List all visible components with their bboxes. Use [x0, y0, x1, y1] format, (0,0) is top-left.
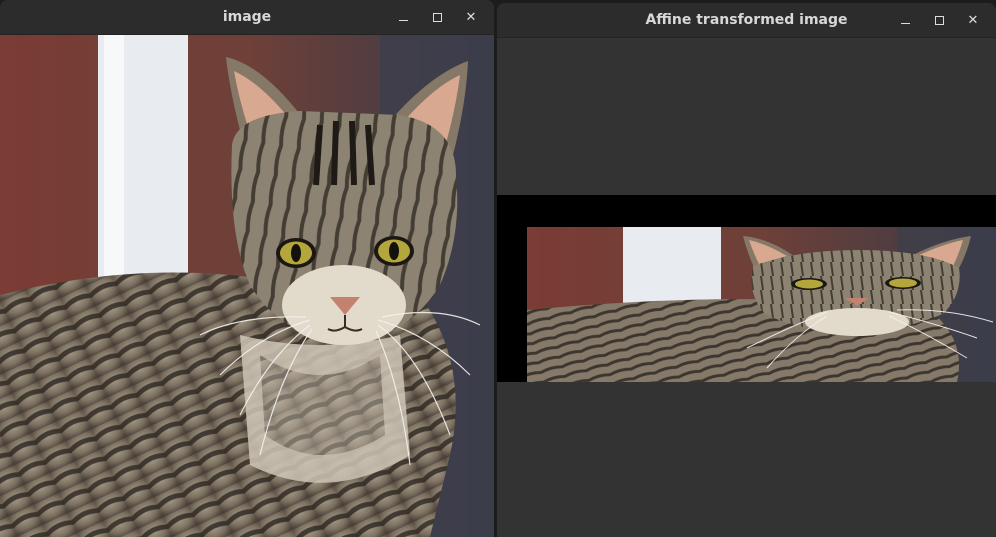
cat-photo — [0, 35, 494, 537]
affine-cat-photo — [527, 227, 996, 382]
close-icon: ✕ — [465, 10, 477, 25]
maximize-button[interactable] — [922, 6, 956, 36]
affine-window[interactable]: Affine transformed image ✕ — [497, 3, 996, 537]
close-button[interactable]: ✕ — [956, 6, 990, 36]
image-window[interactable]: image ✕ — [0, 0, 494, 537]
close-icon: ✕ — [967, 13, 979, 28]
minimize-icon — [398, 19, 408, 22]
transformed-image-area — [497, 195, 996, 382]
minimize-button[interactable] — [386, 3, 420, 33]
window-title: Affine transformed image — [645, 12, 848, 28]
maximize-button[interactable] — [420, 3, 454, 33]
image-canvas — [0, 35, 494, 537]
window-controls: ✕ — [386, 0, 488, 35]
window-title: image — [222, 9, 272, 25]
titlebar[interactable]: image ✕ — [0, 0, 494, 35]
titlebar[interactable]: Affine transformed image ✕ — [497, 3, 996, 38]
window-controls: ✕ — [888, 3, 990, 38]
close-button[interactable]: ✕ — [454, 3, 488, 33]
minimize-icon — [900, 22, 910, 25]
minimize-button[interactable] — [888, 6, 922, 36]
image-canvas — [497, 38, 996, 537]
maximize-icon — [934, 16, 944, 25]
maximize-icon — [432, 13, 442, 22]
